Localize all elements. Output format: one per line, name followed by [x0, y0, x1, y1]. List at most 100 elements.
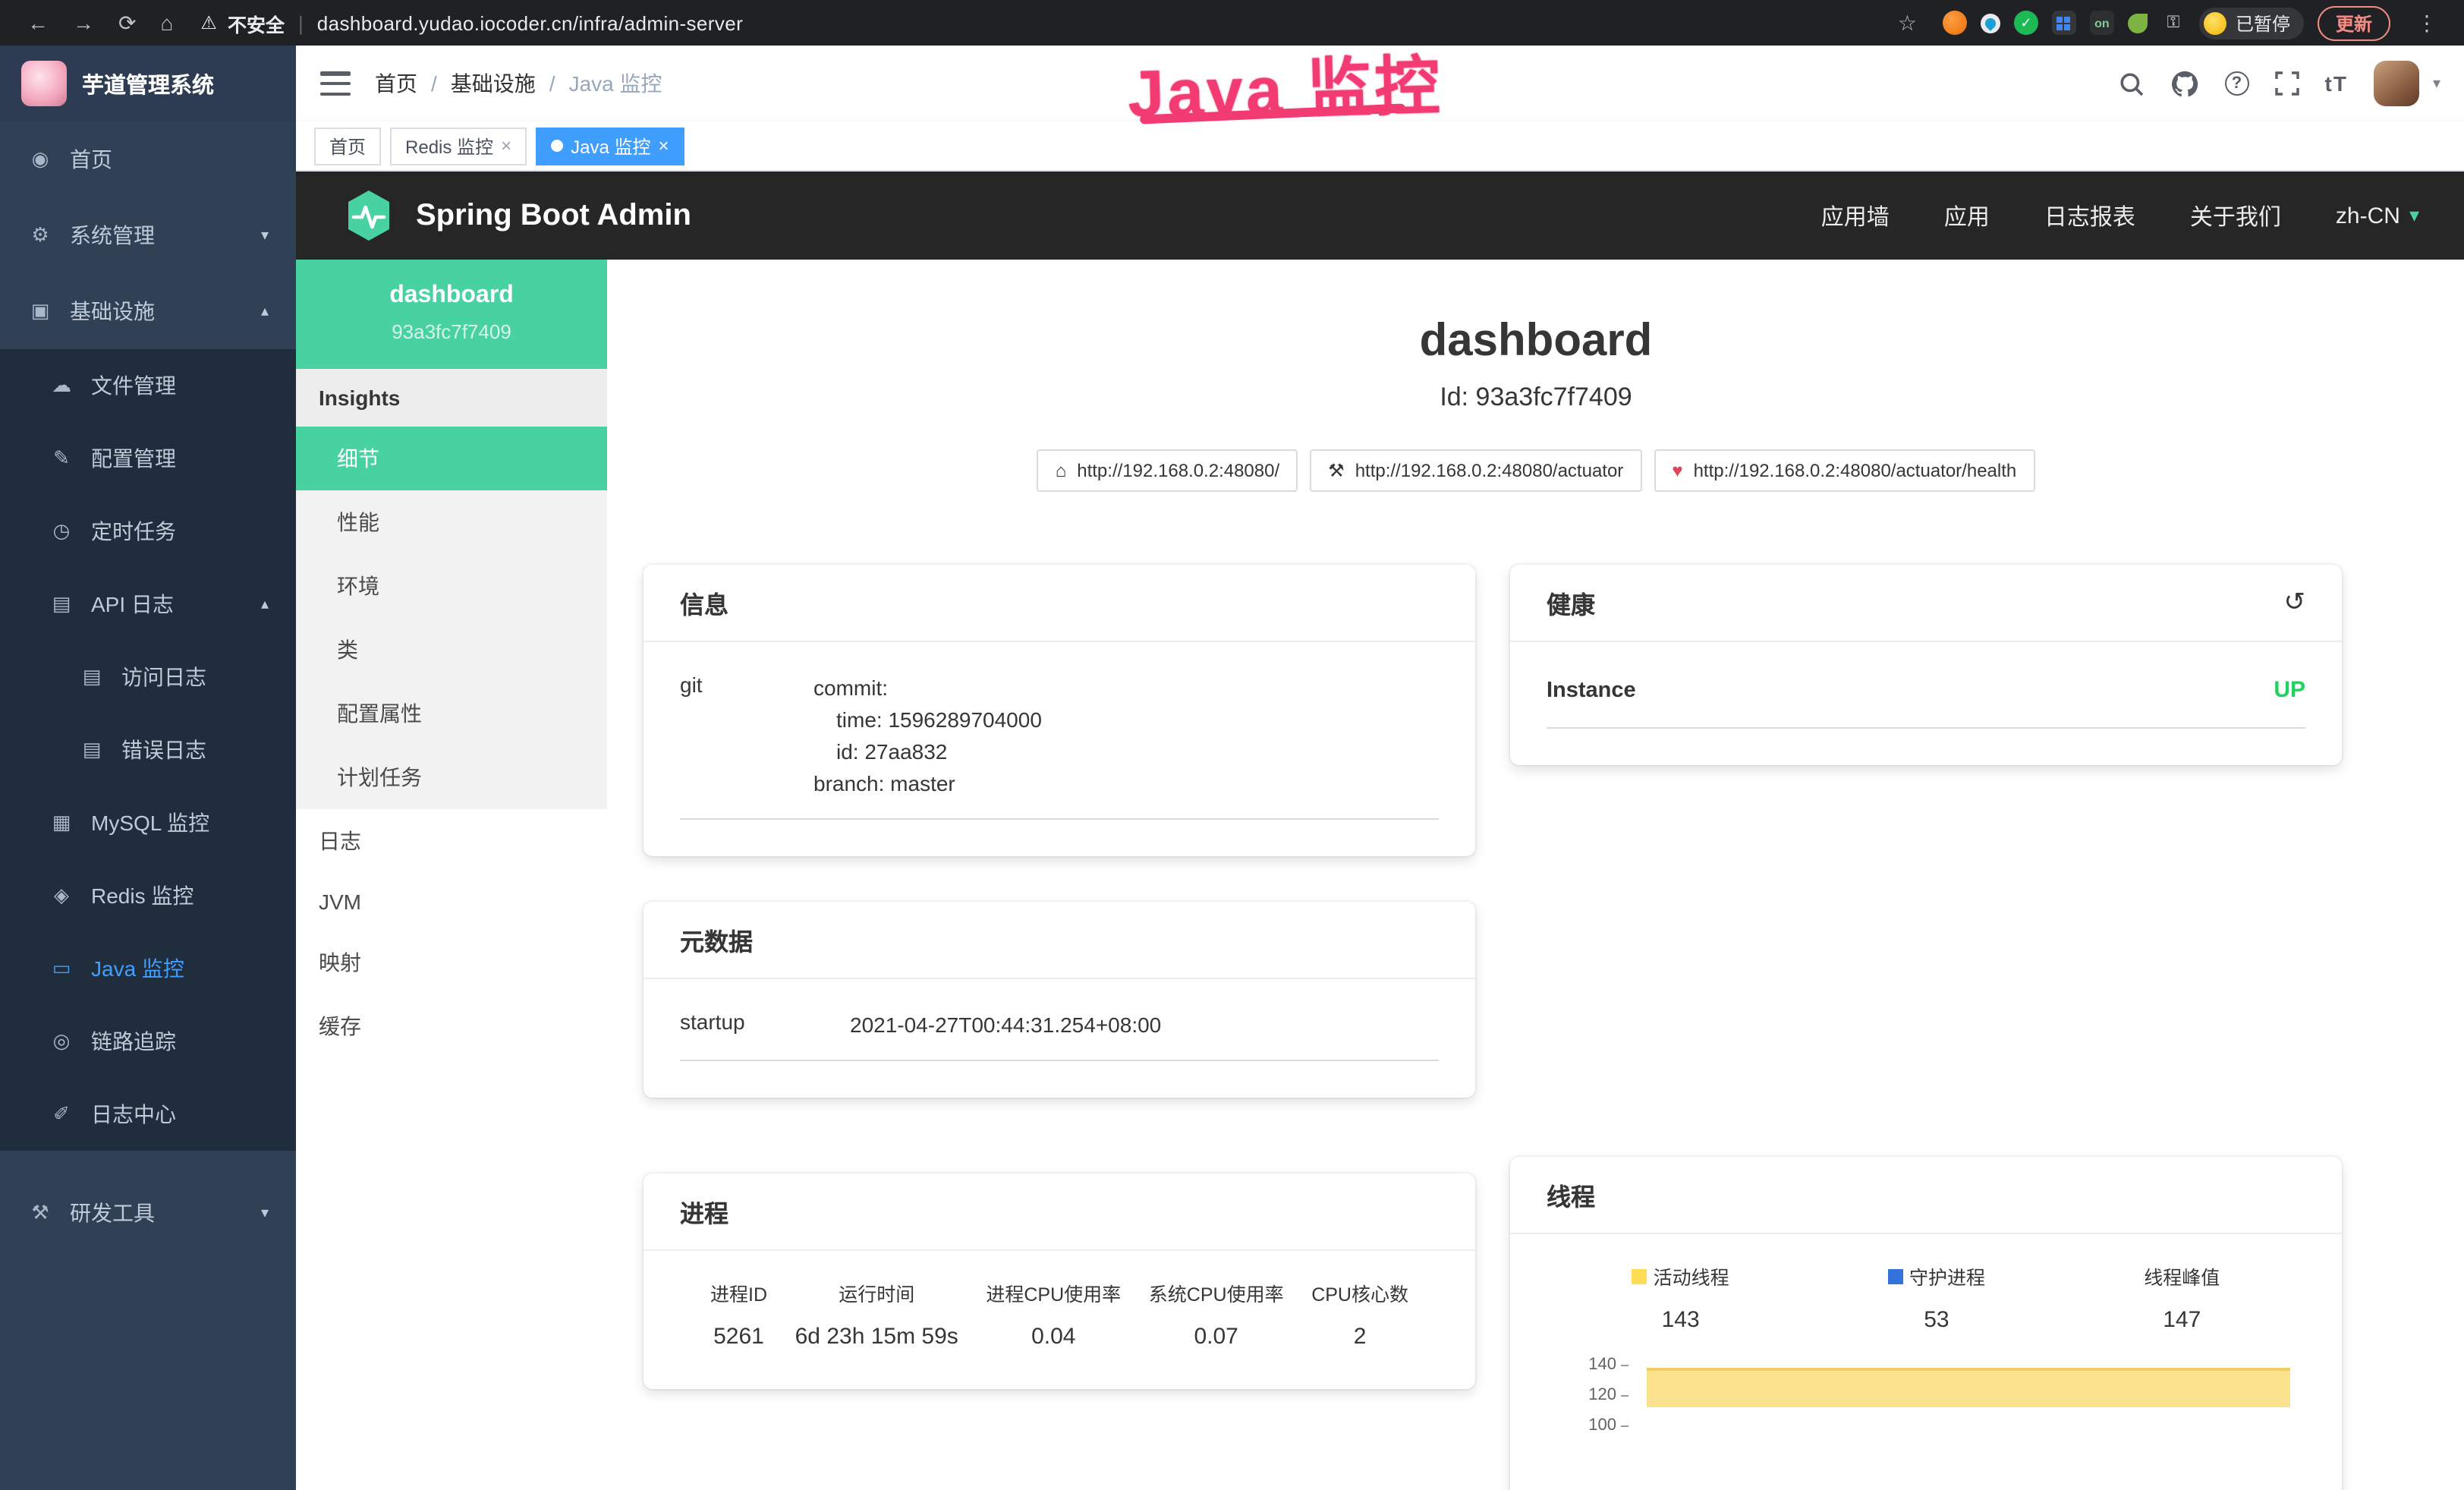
extensions-puzzle-icon[interactable]: [2161, 11, 2186, 35]
chevron-down-icon: ▾: [261, 1205, 269, 1221]
cards-grid: 信息 git commit: time: 1596289704000 id: 2: [607, 492, 2464, 1490]
sidebar-item-scheduled-job[interactable]: ◷ 定时任务: [0, 495, 296, 568]
sba-brand-title[interactable]: Spring Boot Admin: [416, 198, 691, 233]
sidebar-item-system[interactable]: ⚙ 系统管理 ▾: [0, 197, 296, 273]
instance-root-link[interactable]: ⌂ http://192.168.0.2:48080/: [1037, 449, 1298, 492]
info-line: time: 1596289704000: [813, 704, 1042, 736]
sba-instance-header[interactable]: dashboard 93a3fc7f7409: [296, 260, 607, 369]
process-card-header: 进程: [644, 1173, 1475, 1251]
threads-stat-daemon: 守护进程 53: [1888, 1262, 1985, 1333]
github-icon[interactable]: [2170, 69, 2199, 98]
sidebar-item-log-center[interactable]: ✐ 日志中心: [0, 1078, 296, 1151]
sba-item-performance[interactable]: 性能: [296, 490, 607, 554]
sidebar-item-java-monitor[interactable]: ▭ Java 监控: [0, 932, 296, 1005]
sba-item-environment[interactable]: 环境: [296, 554, 607, 618]
y-axis-tick: 120: [1568, 1388, 1629, 1404]
history-icon[interactable]: ↺: [2284, 587, 2306, 618]
sidebar-item-dev-tools[interactable]: ⚒ 研发工具 ▾: [0, 1175, 296, 1251]
sidebar-item-home[interactable]: ◉ 首页: [0, 121, 296, 197]
font-size-icon[interactable]: tT: [2325, 71, 2348, 96]
profile-chip[interactable]: 已暂停: [2199, 7, 2304, 39]
sidebar-item-config-manage[interactable]: ✎ 配置管理: [0, 422, 296, 495]
sba-locale-select[interactable]: zh-CN ▾: [2336, 203, 2419, 228]
forward-icon[interactable]: →: [73, 12, 94, 33]
extension-on-icon[interactable]: on: [2090, 11, 2114, 35]
extension-fox-icon[interactable]: [1943, 11, 1967, 35]
extension-leaf-icon[interactable]: [2128, 13, 2148, 33]
sba-item-classes[interactable]: 类: [296, 618, 607, 682]
browser-menu-icon[interactable]: ⋮: [2416, 12, 2437, 33]
instance-health-link[interactable]: ♥ http://192.168.0.2:48080/actuator/heal…: [1654, 449, 2034, 492]
hamburger-icon[interactable]: [320, 71, 351, 96]
sidebar-item-redis-monitor[interactable]: ◈ Redis 监控: [0, 859, 296, 932]
sidebar-item-mysql-monitor[interactable]: ▦ MySQL 监控: [0, 786, 296, 859]
legend-label: 活动线程: [1632, 1262, 1729, 1290]
sba-item-caches[interactable]: 缓存: [296, 994, 607, 1058]
sba-item-jvm[interactable]: JVM: [296, 873, 607, 931]
sidebar-item-error-log[interactable]: ▤ 错误日志: [0, 713, 296, 786]
spring-boot-admin-logo[interactable]: [341, 188, 396, 243]
sba-item-config-props[interactable]: 配置属性: [296, 682, 607, 745]
user-caret-icon[interactable]: ▾: [2433, 75, 2440, 92]
url-text: dashboard.yudao.iocoder.cn/infra/admin-s…: [317, 11, 743, 34]
sba-item-details[interactable]: 细节: [296, 427, 607, 490]
sba-nav-journal[interactable]: 日志报表: [2044, 200, 2135, 232]
sba-nav-about[interactable]: 关于我们: [2190, 200, 2281, 232]
status-badge: UP: [2274, 677, 2305, 703]
sba-nav-wall[interactable]: 应用墙: [1821, 200, 1890, 232]
sba-item-scheduled-tasks[interactable]: 计划任务: [296, 745, 607, 809]
page-title: dashboard: [607, 314, 2464, 369]
legend-text: 线程峰值: [2144, 1262, 2220, 1290]
sidebar-item-label: 日志中心: [91, 1099, 176, 1129]
app-logo[interactable]: 芋道管理系统: [0, 46, 296, 121]
tag-redis-monitor[interactable]: Redis 监控 ×: [390, 127, 527, 165]
tag-label: Java 监控: [571, 133, 650, 159]
refresh-icon[interactable]: ⟳: [118, 12, 136, 33]
extension-drop-icon[interactable]: [1981, 13, 2000, 33]
sba-item-logs[interactable]: 日志: [296, 809, 607, 873]
close-icon[interactable]: ×: [501, 135, 511, 156]
document-icon: ▤: [79, 665, 105, 689]
bookmark-star-icon[interactable]: ☆: [1898, 12, 1917, 33]
back-icon[interactable]: ←: [27, 12, 49, 33]
breadcrumb: 首页 / 基础设施 / Java 监控: [375, 68, 662, 99]
close-icon[interactable]: ×: [658, 135, 669, 156]
sidebar-item-label: 研发工具: [70, 1198, 155, 1228]
active-dot: [551, 140, 563, 152]
fullscreen-icon[interactable]: [2275, 71, 2299, 96]
info-key: git: [680, 673, 813, 800]
metadata-card-header: 元数据: [644, 902, 1475, 979]
sidebar-item-infra[interactable]: ▣ 基础设施 ▴: [0, 273, 296, 349]
cloud-icon: ☁: [49, 373, 74, 398]
sidebar-item-trace[interactable]: ◎ 链路追踪: [0, 1005, 296, 1078]
instance-actuator-link[interactable]: ⚒ http://192.168.0.2:48080/actuator: [1310, 449, 1641, 492]
card-title: 进程: [680, 1193, 729, 1230]
tag-java-monitor[interactable]: Java 监控 ×: [536, 127, 684, 165]
browser-home-icon[interactable]: ⌂: [160, 12, 173, 33]
eye-icon: ◎: [49, 1029, 74, 1054]
sidebar-item-label: 首页: [70, 144, 112, 175]
legend-text: 活动线程: [1654, 1262, 1729, 1290]
help-icon[interactable]: ?: [2225, 71, 2249, 96]
threads-chart-area: [1647, 1368, 2290, 1407]
address-bar[interactable]: ⚠ 不安全 | dashboard.yudao.iocoder.cn/infra…: [200, 8, 743, 37]
legend-text: 守护进程: [1909, 1262, 1985, 1290]
sba-body: dashboard 93a3fc7f7409 Insights 细节 性能 环境…: [296, 260, 2464, 1490]
search-icon[interactable]: [2119, 71, 2145, 96]
breadcrumb-section[interactable]: 基础设施: [451, 68, 536, 99]
chevron-up-icon: ▴: [261, 303, 269, 320]
sidebar-item-label: 文件管理: [91, 370, 176, 401]
sidebar-item-file-manage[interactable]: ☁ 文件管理: [0, 349, 296, 422]
extension-grid-icon[interactable]: [2052, 11, 2076, 35]
sidebar-item-api-log[interactable]: ▤ API 日志 ▴: [0, 568, 296, 641]
extension-check-icon[interactable]: [2014, 11, 2038, 35]
tag-home[interactable]: 首页: [314, 127, 381, 165]
layers-icon: ◈: [49, 884, 74, 908]
process-stat-pid: 进程ID 5261: [710, 1278, 767, 1350]
user-avatar[interactable]: [2374, 61, 2419, 106]
breadcrumb-home[interactable]: 首页: [375, 68, 417, 99]
sba-item-mappings[interactable]: 映射: [296, 931, 607, 994]
update-button[interactable]: 更新: [2318, 5, 2390, 40]
sidebar-item-access-log[interactable]: ▤ 访问日志: [0, 641, 296, 713]
sba-nav-applications[interactable]: 应用: [1944, 200, 1990, 232]
